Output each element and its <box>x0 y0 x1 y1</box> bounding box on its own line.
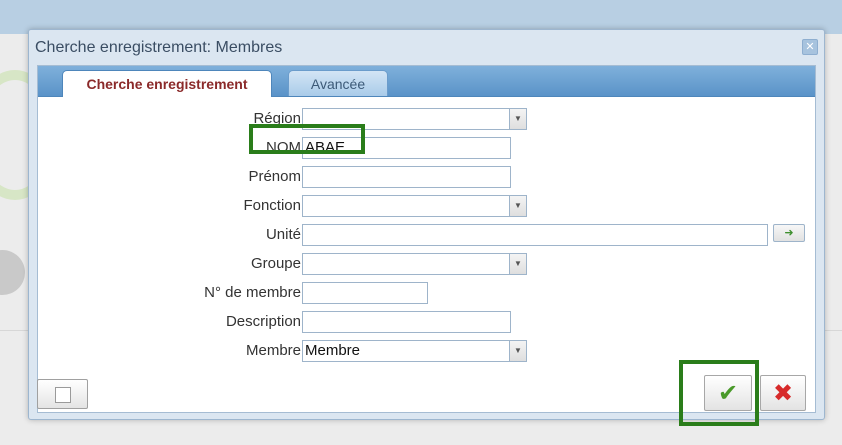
nom-highlight-box <box>249 124 365 154</box>
unite-input[interactable] <box>302 224 768 246</box>
new-button[interactable] <box>37 379 88 409</box>
unite-row: Unité ➜ <box>38 224 815 246</box>
cancel-button[interactable]: ✖ <box>760 375 806 411</box>
groupe-label: Groupe <box>250 255 301 272</box>
description-input[interactable] <box>302 311 511 333</box>
page-icon <box>55 387 71 403</box>
dialog-titlebar[interactable]: Cherche enregistrement: Membres ✕ <box>29 30 824 65</box>
membre-label: Membre <box>245 342 301 359</box>
prenom-row: Prénom <box>38 166 815 188</box>
close-button[interactable]: ✕ <box>802 39 818 55</box>
region-row: Région ▼ <box>38 108 815 130</box>
ok-highlight-box <box>679 360 759 426</box>
tab-strip: Cherche enregistrement Avancée <box>38 66 815 97</box>
prenom-input[interactable] <box>302 166 511 188</box>
arrow-icon: ➜ <box>784 226 794 239</box>
membre-value: Membre <box>305 342 361 359</box>
chevron-down-icon[interactable]: ▼ <box>509 254 526 274</box>
tab-search[interactable]: Cherche enregistrement <box>62 70 272 97</box>
numero-label: N° de membre <box>204 284 301 301</box>
search-dialog: Cherche enregistrement: Membres ✕ Cherch… <box>28 29 825 426</box>
fonction-label: Fonction <box>243 197 301 214</box>
groupe-row: Groupe ▼ <box>38 253 815 275</box>
fonction-row: Fonction ▼ <box>38 195 815 217</box>
unite-lookup-button[interactable]: ➜ <box>773 224 805 242</box>
groupe-select[interactable]: ▼ <box>302 253 527 275</box>
x-icon: ✖ <box>772 379 794 407</box>
dialog-title: Cherche enregistrement: Membres <box>35 39 283 56</box>
close-icon: ✕ <box>805 40 815 53</box>
fonction-select[interactable]: ▼ <box>302 195 527 217</box>
unite-label: Unité <box>265 226 301 243</box>
description-label: Description <box>225 313 301 330</box>
numero-row: N° de membre <box>38 282 815 304</box>
chevron-down-icon[interactable]: ▼ <box>509 109 526 129</box>
chevron-down-icon[interactable]: ▼ <box>509 341 526 361</box>
chevron-down-icon[interactable]: ▼ <box>509 196 526 216</box>
membre-select[interactable]: Membre ▼ <box>302 340 527 362</box>
nom-row: NOM ABAE <box>38 137 815 159</box>
membre-row: Membre Membre ▼ <box>38 340 815 362</box>
prenom-label: Prénom <box>248 168 301 185</box>
tab-advanced[interactable]: Avancée <box>288 70 388 96</box>
numero-input[interactable] <box>302 282 428 304</box>
description-row: Description <box>38 311 815 333</box>
